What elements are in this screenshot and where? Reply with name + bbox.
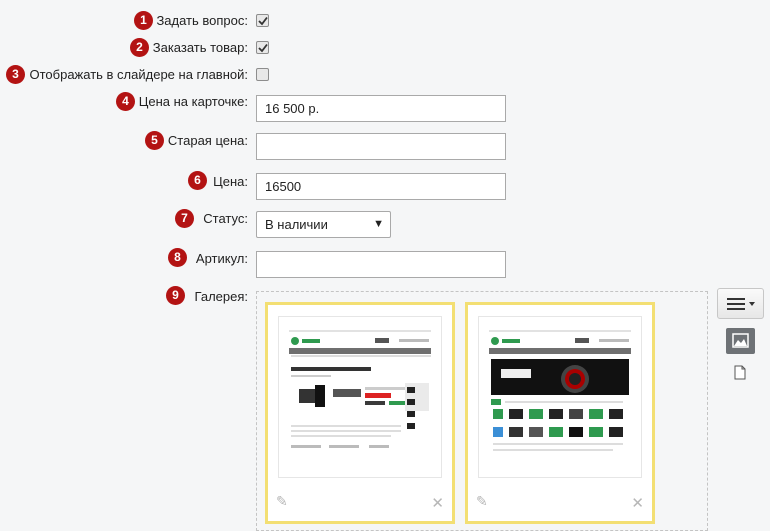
triangle-down-icon: ▼ (373, 218, 384, 230)
sku-input[interactable] (256, 251, 506, 278)
step-badge-2: 2 (130, 38, 149, 57)
step-badge-3: 3 (6, 65, 25, 84)
field-card-price: 4 Цена на карточке: 16 500 р. (0, 92, 770, 122)
field-price: 6 Цена: 16500 (0, 171, 770, 201)
card-price-label: Цена на карточке: (138, 94, 248, 109)
image-view-button[interactable] (726, 328, 755, 354)
card-price-input[interactable]: 16 500 р. (256, 95, 506, 122)
step-badge-8: 8 (168, 248, 187, 267)
gallery-menu-button[interactable] (717, 288, 764, 319)
old-price-label: Старая цена: (167, 133, 248, 148)
gallery-label: Галерея: (194, 289, 248, 304)
pencil-icon[interactable]: ✎ (476, 493, 488, 510)
order-product-label: Заказать товар: (152, 40, 248, 55)
price-label: Цена: (213, 174, 248, 189)
ask-question-label: Задать вопрос: (156, 13, 248, 28)
step-badge-4: 4 (116, 92, 135, 111)
field-ask-question: 1 Задать вопрос: (0, 11, 770, 31)
image-view-icon (732, 333, 749, 348)
ask-question-checkbox[interactable] (256, 14, 269, 27)
status-select[interactable]: В наличии ▼ (256, 211, 391, 238)
status-select-value: В наличии (265, 217, 328, 232)
file-view-icon (734, 365, 746, 380)
step-badge-6: 6 (188, 171, 207, 190)
field-old-price: 5 Старая цена: (0, 131, 770, 161)
show-slider-checkbox[interactable] (256, 68, 269, 81)
homepage-screenshot (478, 316, 642, 478)
product-page-screenshot (278, 316, 442, 478)
file-view-button[interactable] (734, 365, 746, 383)
checkmark-icon (258, 43, 268, 53)
step-badge-7: 7 (175, 209, 194, 228)
field-order-product: 2 Заказать товар: (0, 38, 770, 58)
pencil-icon[interactable]: ✎ (276, 493, 288, 510)
show-slider-label: Отображать в слайдере на главной: (29, 67, 249, 82)
status-label: Статус: (203, 211, 248, 226)
step-badge-9: 9 (166, 286, 185, 305)
field-show-slider: 3 Отображать в слайдере на главной: (0, 65, 770, 85)
gallery-item-homepage[interactable]: ✎ ✕ (465, 302, 655, 524)
gallery-dropzone[interactable]: ✎ ✕ ✎ ✕ (256, 291, 708, 531)
gallery-item-product-page[interactable]: ✎ ✕ (265, 302, 455, 524)
close-icon[interactable]: ✕ (431, 494, 444, 512)
checkmark-icon (258, 16, 268, 26)
old-price-input[interactable] (256, 133, 506, 160)
price-input[interactable]: 16500 (256, 173, 506, 200)
step-badge-1: 1 (134, 11, 153, 30)
close-icon[interactable]: ✕ (631, 494, 644, 512)
field-status: 7 Статус: В наличии ▼ (0, 209, 770, 239)
field-sku: 8 Артикул: (0, 248, 770, 278)
sku-label: Артикул: (195, 251, 248, 266)
hamburger-menu-icon (727, 298, 755, 310)
step-badge-5: 5 (145, 131, 164, 150)
order-product-checkbox[interactable] (256, 41, 269, 54)
